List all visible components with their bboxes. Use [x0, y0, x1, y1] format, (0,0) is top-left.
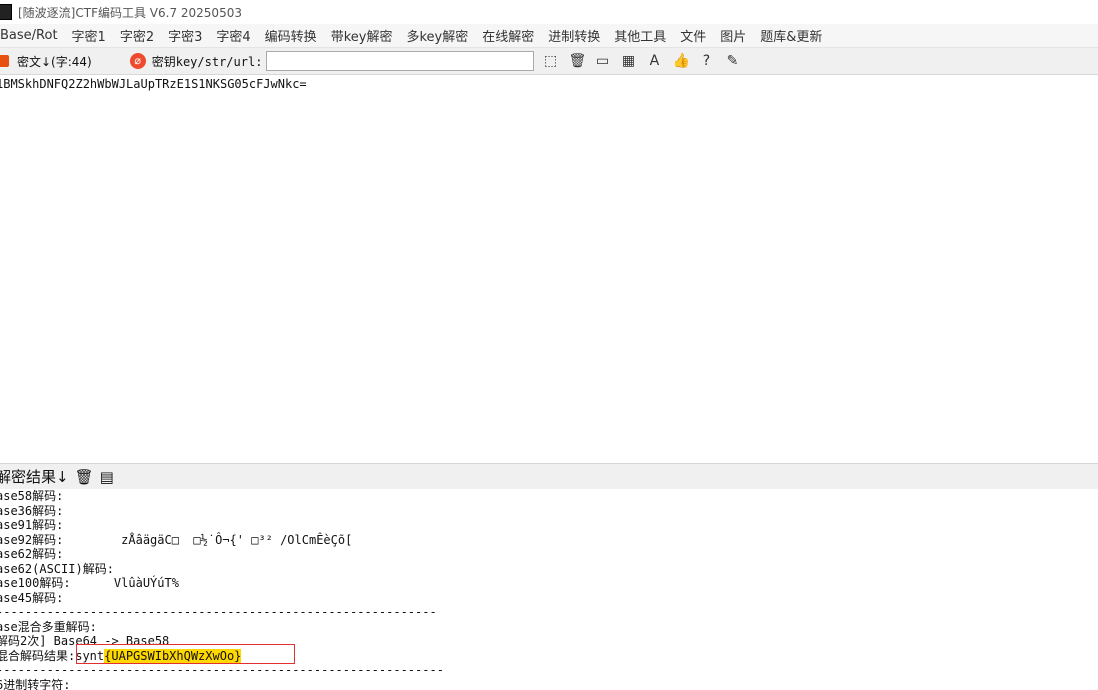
title-bar: [随波逐流]CTF编码工具 V6.7 20250503: [0, 0, 1098, 24]
result-line: ase62解码:: [0, 547, 64, 561]
cipher-icon: [0, 55, 9, 67]
result-header-label: 解密结果↓: [0, 468, 69, 486]
divider-line: ----------------------------------------…: [0, 605, 437, 619]
menu-zimi1[interactable]: 字密1: [65, 26, 113, 45]
app-icon: [0, 4, 12, 20]
trash-icon[interactable]: 🗑: [75, 468, 94, 486]
window-title: [随波逐流]CTF编码工具 V6.7 20250503: [18, 5, 242, 20]
font-icon[interactable]: A: [646, 53, 662, 69]
key-label: 密钥key/str/url:: [151, 54, 263, 69]
menu-bar: Base/Rot 字密1 字密2 字密3 字密4 编码转换 带key解密 多ke…: [0, 24, 1098, 48]
terminal-icon[interactable]: ▭: [594, 53, 610, 69]
result-header: 解密结果↓ 🗑 ▤: [0, 463, 1098, 490]
tool-icons: ⬚ 🗑 ▭ ▦ A 👍 ? ✎: [542, 53, 750, 69]
toolbar: 密文↓(字:44) ⌀ 密钥key/str/url: ⬚ 🗑 ▭ ▦ A 👍 ?…: [0, 48, 1098, 75]
highlight-box: [76, 644, 295, 664]
result-line: ase62(ASCII)解码:: [0, 561, 114, 576]
menu-update[interactable]: 题库&更新: [753, 26, 829, 45]
menu-base-convert[interactable]: 进制转换: [541, 26, 607, 45]
result-line: ase混合多重解码:: [0, 619, 97, 634]
select-icon[interactable]: ⬚: [542, 53, 558, 69]
result-output[interactable]: ase58解码: ase36解码: ase91解码: ase92解码: zÅâä…: [0, 489, 1098, 690]
calculator-icon[interactable]: ▦: [620, 53, 636, 69]
cipher-label: 密文↓(字:44): [17, 54, 92, 69]
result-line: ase58解码:: [0, 489, 64, 503]
result-line: 6进制转字符:: [0, 677, 71, 690]
mixed-result-label: 混合解码结果:: [0, 648, 76, 663]
edit-icon[interactable]: ✎: [724, 53, 740, 69]
menu-zimi4[interactable]: 字密4: [209, 26, 257, 45]
cipher-text-area[interactable]: 1BMSkhDNFQ2Z2hWbWJLaUpTRzE1S1NKSG05cFJwN…: [0, 75, 1098, 465]
trash-icon[interactable]: 🗑: [568, 53, 586, 69]
help-icon[interactable]: ?: [698, 53, 714, 69]
result-line: ase45解码:: [0, 590, 64, 605]
menu-key-decrypt[interactable]: 带key解密: [324, 26, 400, 45]
like-icon[interactable]: 👍: [672, 53, 689, 69]
result-line: ase91解码:: [0, 518, 64, 532]
menu-online-decrypt[interactable]: 在线解密: [475, 26, 541, 45]
menu-other-tools[interactable]: 其他工具: [607, 26, 673, 45]
key-input[interactable]: [266, 51, 535, 71]
result-line: ase100解码: VlûàUÝúT%: [0, 576, 179, 590]
result-line: ase36解码:: [0, 503, 64, 518]
menu-multi-key-decrypt[interactable]: 多key解密: [399, 26, 475, 45]
menu-base-rot[interactable]: Base/Rot: [0, 28, 65, 43]
menu-image[interactable]: 图片: [713, 26, 753, 45]
result-line: ase92解码: zÅâägäC□ □½˙Ô¬{' □³² /OlCmÊèÇõ[: [0, 532, 353, 547]
menu-zimi3[interactable]: 字密3: [161, 26, 209, 45]
menu-encoding-convert[interactable]: 编码转换: [258, 26, 324, 45]
copy-icon[interactable]: ▤: [100, 468, 114, 486]
cipher-text: 1BMSkhDNFQ2Z2hWbWJLaUpTRzE1S1NKSG05cFJwN…: [0, 77, 307, 91]
menu-zimi2[interactable]: 字密2: [113, 26, 161, 45]
key-icon: ⌀: [129, 53, 146, 69]
divider-line: ----------------------------------------…: [0, 663, 444, 677]
menu-file[interactable]: 文件: [673, 26, 713, 45]
